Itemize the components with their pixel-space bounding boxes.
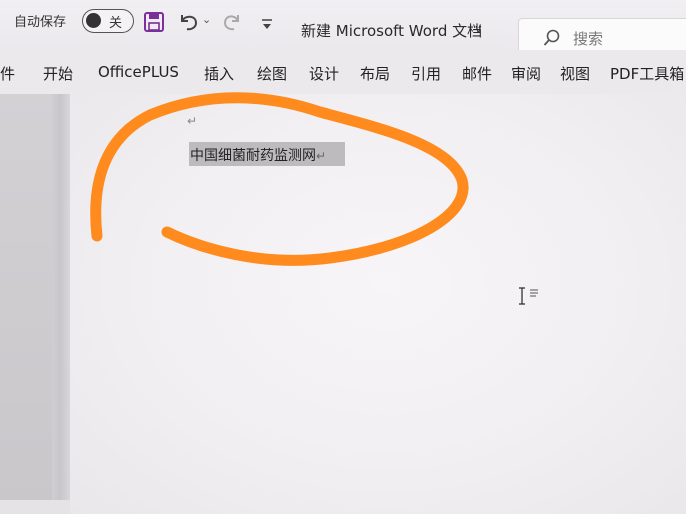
- orange-circle-annotation: [90, 92, 469, 266]
